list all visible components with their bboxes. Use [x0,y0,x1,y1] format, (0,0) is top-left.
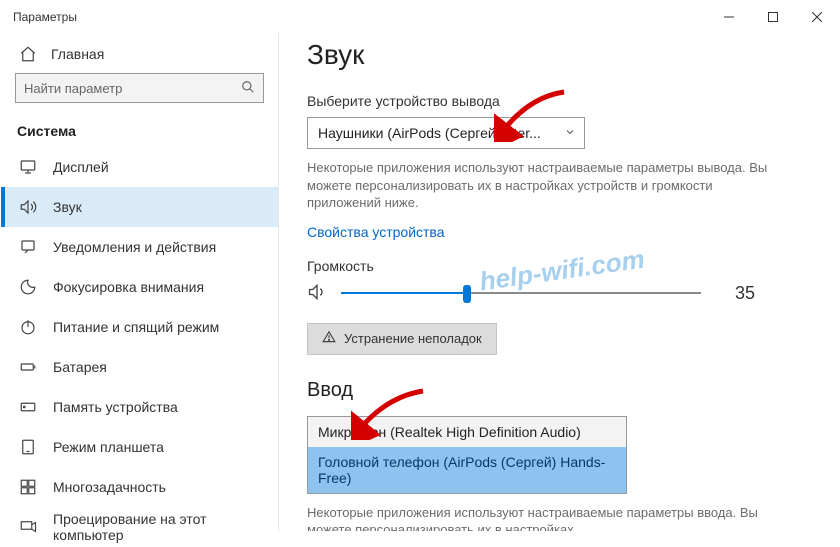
tablet-icon [19,438,37,456]
speaker-icon[interactable] [307,282,327,305]
input-device-option[interactable]: Головной телефон (AirPods (Сергей) Hands… [308,447,626,493]
troubleshoot-button[interactable]: Устранение неполадок [307,323,497,355]
chevron-down-icon [564,125,576,141]
sidebar-section-header: Система [1,113,278,147]
settings-window: Параметры Главная Най [0,0,840,532]
volume-label: Громкость [307,258,811,274]
content-area: Звук Выберите устройство вывода Наушники… [279,33,839,531]
window-controls [707,1,839,33]
window-title: Параметры [13,10,77,24]
input-section-title: Ввод [307,379,811,402]
sidebar-item-multitask[interactable]: Многозадачность [1,467,278,507]
sidebar-item-label: Проецирование на этот компьютер [53,511,262,543]
sidebar-item-label: Батарея [53,359,107,375]
sidebar-item-label: Фокусировка внимания [53,279,204,295]
device-properties-link[interactable]: Свойства устройства [307,224,445,240]
troubleshoot-label: Устранение неполадок [344,331,482,346]
storage-icon [19,398,37,416]
search-input[interactable]: Найти параметр [15,73,264,103]
sidebar-item-label: Уведомления и действия [53,239,216,255]
volume-slider[interactable] [341,284,701,302]
battery-icon [19,358,37,376]
sidebar-home[interactable]: Главная [1,37,278,73]
page-title: Звук [307,39,811,71]
home-icon [19,45,37,63]
sidebar-item-label: Звук [53,199,82,215]
sidebar-item-tablet[interactable]: Режим планшета [1,427,278,467]
sidebar-item-focus[interactable]: Фокусировка внимания [1,267,278,307]
titlebar: Параметры [1,1,839,33]
sidebar-home-label: Главная [51,46,104,62]
output-device-dropdown[interactable]: Наушники (AirPods (Сергей) Ster... [307,117,585,149]
volume-value: 35 [735,283,755,304]
input-device-listbox[interactable]: Микрофон (Realtek High Definition Audio)… [307,416,627,494]
sidebar-item-label: Многозадачность [53,479,166,495]
sidebar-nav: Дисплей Звук Уведомления и действия Фокусир… [1,147,278,547]
output-device-value: Наушники (AirPods (Сергей) Ster... [318,125,564,141]
sidebar-item-project[interactable]: Проецирование на этот компьютер [1,507,278,547]
power-icon [19,318,37,336]
output-device-label: Выберите устройство вывода [307,93,811,109]
maximize-button[interactable] [751,1,795,33]
sidebar-item-battery[interactable]: Батарея [1,347,278,387]
close-button[interactable] [795,1,839,33]
display-icon [19,158,37,176]
sidebar: Главная Найти параметр Система Дисплей Зв… [1,33,279,531]
sidebar-item-storage[interactable]: Память устройства [1,387,278,427]
warning-icon [322,330,336,347]
sidebar-item-display[interactable]: Дисплей [1,147,278,187]
multitask-icon [19,478,37,496]
minimize-button[interactable] [707,1,751,33]
input-device-option[interactable]: Микрофон (Realtek High Definition Audio) [308,417,626,447]
volume-row: 35 [307,282,811,305]
focus-icon [19,278,37,296]
sidebar-item-label: Память устройства [53,399,178,415]
notify-icon [19,238,37,256]
sidebar-item-power[interactable]: Питание и спящий режим [1,307,278,347]
search-icon [241,80,255,97]
output-help-text: Некоторые приложения используют настраив… [307,159,777,212]
project-icon [19,518,37,536]
sidebar-item-label: Питание и спящий режим [53,319,219,335]
sidebar-item-sound[interactable]: Звук [1,187,278,227]
sidebar-item-notify[interactable]: Уведомления и действия [1,227,278,267]
search-placeholder: Найти параметр [24,81,241,96]
input-help-text: Некоторые приложения используют настраив… [307,504,777,531]
sidebar-item-label: Дисплей [53,159,109,175]
sidebar-item-label: Режим планшета [53,439,164,455]
sound-icon [19,198,37,216]
